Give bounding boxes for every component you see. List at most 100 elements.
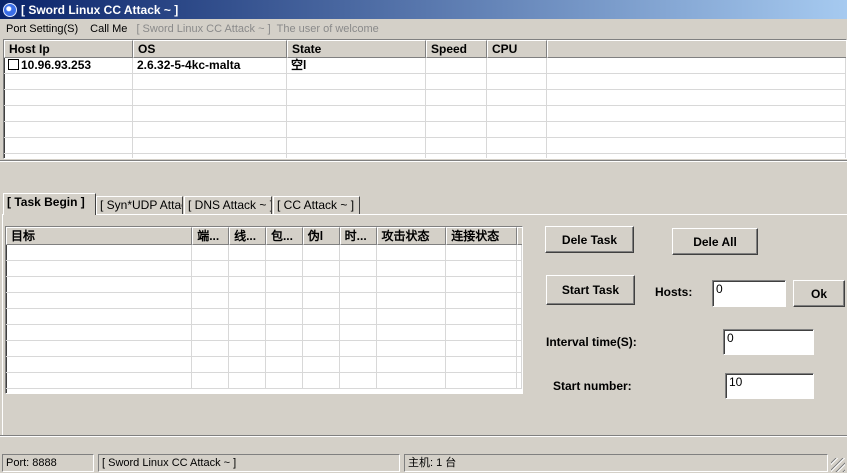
table-row[interactable] — [6, 309, 522, 325]
interval-time-input[interactable]: 0 — [723, 329, 814, 355]
task-list-header: 目标 端... 线... 包... 伪l 时... 攻击状态 连接状态 — [6, 227, 522, 245]
menu-port-setting[interactable]: Port Setting(S) — [0, 23, 84, 35]
empty-cell — [192, 357, 230, 373]
empty-cell — [192, 309, 230, 325]
table-row[interactable] — [6, 325, 522, 341]
table-row[interactable] — [6, 341, 522, 357]
table-row[interactable] — [4, 106, 846, 122]
table-row[interactable] — [6, 261, 522, 277]
empty-cell — [426, 154, 487, 158]
column-header-host-ip[interactable]: Host Ip — [4, 40, 133, 58]
column-header-port[interactable]: 端... — [192, 227, 230, 245]
empty-cell — [287, 74, 426, 90]
table-row[interactable] — [6, 293, 522, 309]
empty-cell — [516, 293, 522, 309]
resize-grip-icon[interactable] — [831, 458, 845, 472]
empty-cell — [265, 245, 303, 261]
window-title: [ Sword Linux CC Attack ~ ] — [21, 2, 179, 17]
empty-cell — [6, 341, 193, 357]
column-header-time[interactable]: 时... — [339, 227, 377, 245]
table-row[interactable] — [4, 122, 846, 138]
column-header-packets[interactable]: 包... — [265, 227, 303, 245]
empty-cell — [302, 293, 340, 309]
table-row[interactable]: 10.96.93.253 2.6.32-5-4kc-malta 空l — [4, 58, 846, 74]
table-row[interactable] — [4, 74, 846, 90]
table-row[interactable] — [4, 90, 846, 106]
host-os-cell: 2.6.32-5-4kc-malta — [133, 58, 287, 74]
ok-button[interactable]: Ok — [793, 280, 845, 307]
empty-cell — [446, 277, 517, 293]
empty-cell — [265, 277, 303, 293]
column-header-os[interactable]: OS — [133, 40, 287, 58]
column-header-speed[interactable]: Speed — [426, 40, 487, 58]
empty-cell — [192, 293, 230, 309]
empty-cell — [446, 245, 517, 261]
empty-cell — [547, 74, 846, 90]
task-list[interactable]: 目标 端... 线... 包... 伪l 时... 攻击状态 连接状态 — [5, 226, 523, 394]
column-header-target[interactable]: 目标 — [6, 227, 193, 245]
column-header-cpu[interactable]: CPU — [487, 40, 547, 58]
empty-cell — [376, 245, 447, 261]
empty-cell — [133, 90, 287, 106]
tab-cc-attack[interactable]: [ CC Attack ~ ] — [273, 196, 360, 215]
empty-cell — [265, 357, 303, 373]
menu-caption: [ Sword Linux CC Attack ~ ] — [136, 23, 271, 35]
empty-cell — [339, 325, 377, 341]
menu-call-me[interactable]: Call Me — [84, 23, 133, 35]
host-checkbox[interactable] — [8, 59, 19, 70]
host-ip-cell: 10.96.93.253 — [4, 58, 133, 74]
empty-cell — [4, 90, 133, 106]
empty-cell — [376, 325, 447, 341]
column-header-threads[interactable]: 线... — [229, 227, 266, 245]
dele-task-button[interactable]: Dele Task — [545, 226, 634, 253]
empty-cell — [302, 341, 340, 357]
empty-cell — [265, 373, 303, 389]
empty-cell — [229, 309, 266, 325]
empty-cell — [446, 357, 517, 373]
tab-task-begin[interactable]: [ Task Begin ] — [3, 193, 96, 215]
empty-cell — [487, 138, 547, 154]
empty-cell — [339, 341, 377, 357]
empty-cell — [192, 245, 230, 261]
empty-cell — [6, 373, 193, 389]
start-task-button[interactable]: Start Task — [546, 275, 635, 305]
empty-cell — [192, 277, 230, 293]
column-header-attack-status[interactable]: 攻击状态 — [376, 227, 447, 245]
table-row[interactable] — [6, 373, 522, 389]
empty-cell — [4, 154, 133, 158]
empty-cell — [192, 261, 230, 277]
empty-cell — [339, 261, 377, 277]
empty-cell — [376, 309, 447, 325]
empty-cell — [133, 138, 287, 154]
empty-cell — [133, 154, 287, 158]
empty-cell — [426, 122, 487, 138]
column-header-fake[interactable]: 伪l — [302, 227, 340, 245]
empty-cell — [229, 325, 266, 341]
empty-cell — [302, 309, 340, 325]
table-row[interactable] — [6, 357, 522, 373]
empty-cell — [426, 138, 487, 154]
dele-all-button[interactable]: Dele All — [672, 228, 758, 255]
tab-dns-attack[interactable]: [ DNS Attack ~ ] — [184, 196, 272, 215]
table-row[interactable] — [4, 138, 846, 154]
empty-cell — [6, 293, 193, 309]
tab-syn-udp-attack[interactable]: [ Syn*UDP Attack ~ ] — [96, 196, 183, 215]
table-row[interactable] — [6, 245, 522, 261]
empty-cell — [516, 341, 522, 357]
column-header-connect-status[interactable]: 连接状态 — [446, 227, 517, 245]
title-bar[interactable]: [ Sword Linux CC Attack ~ ] — [0, 0, 847, 19]
empty-cell — [339, 277, 377, 293]
table-row[interactable] — [6, 277, 522, 293]
empty-cell — [229, 277, 266, 293]
empty-cell — [516, 373, 522, 389]
divider — [0, 436, 847, 437]
interval-time-label: Interval time(S): — [546, 335, 637, 349]
start-number-input[interactable]: 10 — [725, 373, 814, 399]
table-row[interactable] — [4, 154, 846, 158]
hosts-input[interactable]: 0 — [712, 280, 786, 307]
status-caption: [ Sword Linux CC Attack ~ ] — [98, 454, 400, 472]
column-header-state[interactable]: State — [287, 40, 426, 58]
empty-cell — [516, 309, 522, 325]
empty-cell — [516, 277, 522, 293]
hosts-list[interactable]: Host Ip OS State Speed CPU 10.96.93.253 … — [3, 39, 847, 159]
